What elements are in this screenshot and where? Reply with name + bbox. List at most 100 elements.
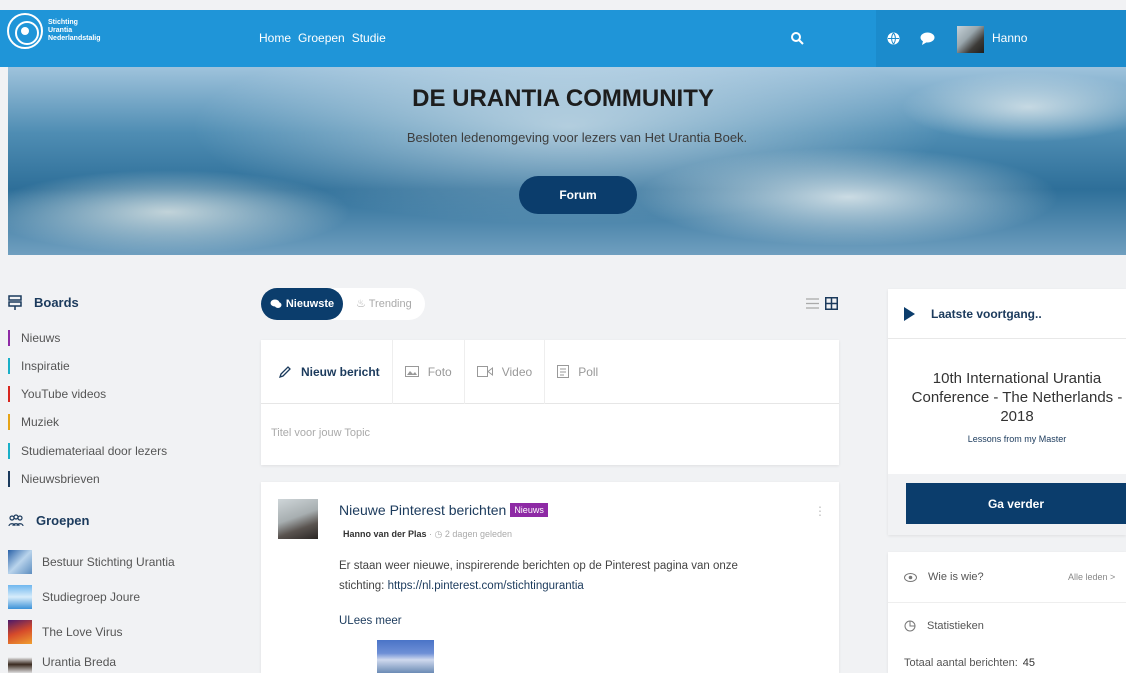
post-time: 2 dagen geleden bbox=[444, 529, 512, 539]
post-author-avatar[interactable] bbox=[278, 499, 318, 539]
group-label: Studiegroep Joure bbox=[42, 590, 141, 604]
progress-body: 10th International Urantia Conference - … bbox=[888, 339, 1126, 474]
board-label: Studiemateriaal door lezers bbox=[21, 444, 168, 458]
who-is-who-label: Wie is wie? bbox=[928, 571, 984, 583]
hero-subtitle: Besloten ledenomgeving voor lezers van H… bbox=[406, 130, 748, 145]
logo-line-3: Nederlandstalig bbox=[48, 35, 101, 42]
board-label: Inspiratie bbox=[21, 359, 70, 373]
grid-view-icon[interactable] bbox=[825, 297, 838, 310]
post-image[interactable] bbox=[377, 640, 434, 673]
post-body: Er staan weer nieuwe, inspirerende beric… bbox=[339, 556, 779, 596]
tab-trending-label: Trending bbox=[368, 298, 412, 310]
conference-subtitle: Lessons from my Master bbox=[967, 434, 1067, 444]
board-label: Nieuwsbrieven bbox=[21, 472, 100, 486]
post-composer: Nieuw bericht Foto Video Poll Titel voor… bbox=[261, 339, 839, 465]
nav-home[interactable]: Home bbox=[259, 31, 291, 45]
group-label: Urantia Breda bbox=[42, 655, 117, 669]
post-author[interactable]: Hanno van der Plas bbox=[343, 529, 427, 539]
all-members-link[interactable]: Alle leden > bbox=[1068, 572, 1115, 582]
who-is-who-row[interactable]: Wie is wie? bbox=[904, 571, 984, 583]
group-item-joure[interactable]: Studiegroep Joure bbox=[8, 585, 140, 609]
nav-groepen[interactable]: Groepen bbox=[298, 31, 345, 45]
flame-icon: ♨ bbox=[356, 298, 366, 310]
search-icon[interactable] bbox=[790, 31, 804, 45]
board-color-bar bbox=[8, 358, 10, 374]
board-color-bar bbox=[8, 443, 10, 459]
site-logo[interactable]: Stichting Urantia Nederlandstalig bbox=[7, 13, 101, 49]
globe-icon[interactable] bbox=[887, 32, 900, 45]
play-icon bbox=[904, 307, 915, 321]
board-label: Muziek bbox=[21, 415, 60, 429]
board-item-inspiratie[interactable]: Inspiratie bbox=[8, 357, 70, 375]
more-options-icon[interactable]: ⋮ bbox=[814, 504, 826, 518]
tab-video[interactable]: Video bbox=[465, 339, 546, 404]
topic-title-input[interactable]: Titel voor jouw Topic bbox=[271, 427, 370, 439]
chat-bubbles-icon bbox=[270, 299, 282, 308]
board-label: Nieuws bbox=[21, 331, 61, 345]
continue-button[interactable]: Ga verder bbox=[906, 483, 1126, 524]
user-zone: Hanno bbox=[876, 10, 1126, 67]
eye-icon bbox=[904, 572, 917, 582]
clock-icon: ◷ bbox=[434, 529, 443, 539]
group-thumbnail bbox=[8, 585, 32, 609]
tab-newest[interactable]: Nieuwste bbox=[261, 288, 343, 320]
logo-line-2: Urantia bbox=[48, 27, 73, 34]
board-color-bar bbox=[8, 330, 10, 346]
post-meta: Hanno van der Plas · ◷ 2 dagen geleden bbox=[343, 529, 512, 540]
pencil-icon bbox=[278, 365, 291, 378]
board-color-bar bbox=[8, 471, 10, 487]
read-more-link[interactable]: ULees meer bbox=[339, 615, 402, 627]
group-thumbnail bbox=[8, 650, 32, 673]
tab-trending[interactable]: ♨ Trending bbox=[356, 297, 412, 310]
board-item-studiemateriaal[interactable]: Studiemateriaal door lezers bbox=[8, 442, 167, 460]
board-item-nieuwsbrieven[interactable]: Nieuwsbrieven bbox=[8, 470, 100, 488]
board-item-muziek[interactable]: Muziek bbox=[8, 413, 59, 431]
statistics-row: Statistieken bbox=[904, 620, 984, 632]
conference-title[interactable]: 10th International Urantia Conference - … bbox=[908, 369, 1126, 426]
tab-new-post[interactable]: Nieuw bericht bbox=[261, 339, 393, 404]
post-card: Nieuwe Pinterest berichten Nieuws Hanno v… bbox=[261, 482, 839, 673]
pinterest-link[interactable]: https://nl.pinterest.com/stichtinguranti… bbox=[388, 580, 584, 592]
group-thumbnail bbox=[8, 620, 32, 644]
tab-poll-label: Poll bbox=[578, 364, 599, 379]
tab-video-label: Video bbox=[501, 364, 533, 379]
hero-title: DE URANTIA COMMUNITY bbox=[412, 85, 714, 112]
tab-new-post-label: Nieuw bericht bbox=[301, 364, 380, 379]
group-item-love-virus[interactable]: The Love Virus bbox=[8, 620, 123, 644]
progress-header: Laatste voortgang.. bbox=[888, 289, 1126, 339]
list-view-icon[interactable] bbox=[806, 298, 819, 309]
total-posts-label: Totaal aantal berichten: bbox=[904, 657, 1018, 669]
group-label: The Love Virus bbox=[42, 625, 123, 639]
composer-tabs: Nieuw bericht Foto Video Poll bbox=[261, 339, 839, 404]
feed-sort-tabs: Nieuwste ♨ Trending bbox=[261, 288, 425, 320]
progress-widget: Laatste voortgang.. 10th International U… bbox=[888, 289, 1126, 535]
chat-icon[interactable] bbox=[920, 32, 935, 45]
board-item-youtube[interactable]: YouTube videos bbox=[8, 385, 106, 403]
tab-newest-label: Nieuwste bbox=[285, 298, 335, 310]
tab-photo-label: Foto bbox=[427, 364, 452, 379]
tab-photo[interactable]: Foto bbox=[393, 339, 465, 404]
board-color-bar bbox=[8, 386, 10, 402]
nav-studie[interactable]: Studie bbox=[352, 31, 386, 45]
urantia-logo-icon bbox=[7, 13, 43, 49]
group-item-breda[interactable]: Urantia Breda bbox=[8, 650, 116, 673]
poll-icon bbox=[557, 365, 570, 378]
groups-heading: Groepen bbox=[8, 513, 89, 528]
board-color-bar bbox=[8, 414, 10, 430]
board-item-nieuws[interactable]: Nieuws bbox=[8, 329, 60, 347]
divider bbox=[888, 602, 1126, 603]
forum-button[interactable]: Forum bbox=[519, 176, 637, 214]
boards-title: Boards bbox=[34, 295, 79, 310]
tab-poll[interactable]: Poll bbox=[545, 340, 610, 404]
board-label: YouTube videos bbox=[21, 387, 107, 401]
groups-title: Groepen bbox=[36, 513, 90, 528]
user-name[interactable]: Hanno bbox=[992, 31, 1027, 45]
group-item-bestuur[interactable]: Bestuur Stichting Urantia bbox=[8, 550, 175, 574]
statistics-label: Statistieken bbox=[927, 620, 984, 632]
post-title-text: Nieuwe Pinterest berichten bbox=[339, 502, 507, 518]
logo-line-1: Stichting bbox=[48, 19, 78, 26]
post-title[interactable]: Nieuwe Pinterest berichten Nieuws bbox=[339, 502, 548, 518]
user-avatar[interactable] bbox=[957, 26, 984, 53]
group-thumbnail bbox=[8, 550, 32, 574]
post-category-badge[interactable]: Nieuws bbox=[510, 503, 548, 517]
